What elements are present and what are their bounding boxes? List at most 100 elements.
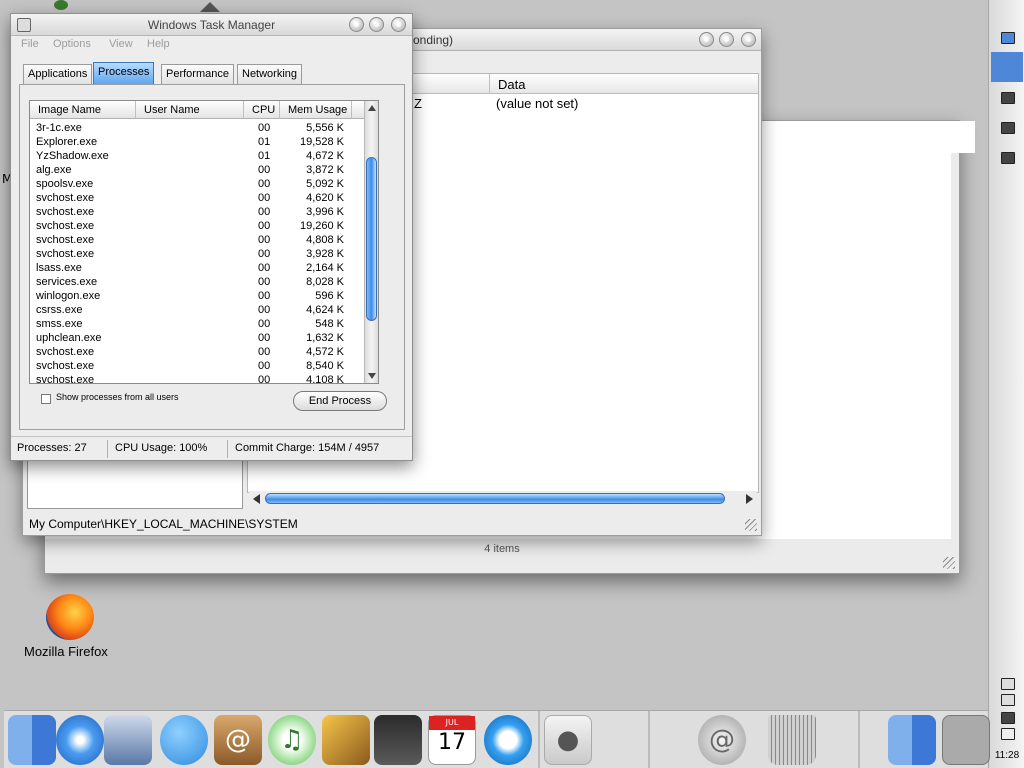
- window-icon[interactable]: [942, 715, 990, 765]
- task-manager-menubar: File Options View Help: [11, 36, 412, 54]
- table-row[interactable]: Explorer.exe 01 19,528 K: [30, 135, 364, 149]
- quicktime-icon[interactable]: [484, 715, 532, 765]
- end-process-button[interactable]: End Process: [293, 391, 387, 411]
- status-commit-charge: Commit Charge: 154M / 4957: [235, 442, 380, 454]
- scroll-left-icon[interactable]: [253, 494, 260, 504]
- zoom-button[interactable]: [719, 32, 734, 47]
- imovie-icon[interactable]: [374, 715, 422, 765]
- tab-applications[interactable]: Applications: [23, 64, 93, 84]
- table-row[interactable]: csrss.exe 00 4,624 K: [30, 303, 364, 317]
- tab-performance[interactable]: Performance: [161, 64, 234, 84]
- process-name: 3r-1c.exe: [36, 122, 82, 134]
- process-cpu: 00: [258, 248, 271, 260]
- table-row[interactable]: svchost.exe 00 3,928 K: [30, 247, 364, 261]
- side-dock-window-icon[interactable]: [1001, 152, 1015, 164]
- process-name: svchost.exe: [36, 206, 95, 218]
- tab-processes[interactable]: Processes: [93, 62, 155, 84]
- table-row[interactable]: svchost.exe 00 4,572 K: [30, 345, 364, 359]
- table-row[interactable]: smss.exe 00 548 K: [30, 317, 364, 331]
- table-row[interactable]: svchost.exe 00 4,620 K: [30, 191, 364, 205]
- side-dock-active-item[interactable]: [991, 52, 1023, 82]
- table-row[interactable]: uphclean.exe 00 1,632 K: [30, 331, 364, 345]
- horizontal-scroll-thumb[interactable]: [265, 493, 725, 504]
- column-cpu[interactable]: CPU: [244, 101, 280, 119]
- column-mem-usage[interactable]: Mem Usage: [280, 101, 352, 119]
- ical-day: 17: [438, 730, 466, 755]
- menu-clock[interactable]: 11:28: [989, 750, 1024, 761]
- process-cpu: 01: [258, 136, 271, 148]
- horizontal-scrollbar[interactable]: [249, 491, 757, 507]
- registry-resize-grip[interactable]: [745, 519, 757, 531]
- minimize-button[interactable]: [699, 32, 714, 47]
- show-all-users-checkbox[interactable]: [41, 394, 51, 404]
- at-sign-icon: @: [225, 725, 251, 755]
- mail-drop-icon[interactable]: @: [698, 715, 746, 765]
- ical-icon[interactable]: JUL 17: [428, 715, 476, 765]
- table-row[interactable]: services.exe 00 8,028 K: [30, 275, 364, 289]
- table-row[interactable]: svchost.exe 00 4,808 K: [30, 233, 364, 247]
- firefox-icon[interactable]: [46, 594, 94, 640]
- table-row[interactable]: winlogon.exe 00 596 K: [30, 289, 364, 303]
- finder-resize-grip[interactable]: [943, 557, 955, 569]
- process-cpu: 00: [258, 122, 271, 134]
- table-row[interactable]: svchost.exe 00 19,260 K: [30, 219, 364, 233]
- tab-networking[interactable]: Networking: [237, 64, 303, 84]
- table-row[interactable]: svchost.exe 00 4,108 K: [30, 373, 364, 383]
- firefox-label[interactable]: Mozilla Firefox: [24, 644, 108, 659]
- task-manager-titlebar[interactable]: Windows Task Manager: [11, 14, 412, 36]
- safari-icon[interactable]: [56, 715, 104, 765]
- menu-options[interactable]: Options: [53, 38, 91, 50]
- table-row[interactable]: alg.exe 00 3,872 K: [30, 163, 364, 177]
- scroll-up-icon[interactable]: [368, 105, 376, 111]
- value-data-cell[interactable]: (value not set): [496, 96, 578, 111]
- address-book-icon[interactable]: @: [214, 715, 262, 765]
- vertical-scroll-thumb[interactable]: [366, 157, 377, 321]
- process-cpu: 00: [258, 192, 271, 204]
- process-list-header: Image Name User Name CPU Mem Usage: [30, 101, 364, 119]
- vertical-scrollbar[interactable]: [364, 101, 378, 383]
- process-list[interactable]: Image Name User Name CPU Mem Usage 3r-1c…: [29, 100, 379, 384]
- finder-icon-2[interactable]: [888, 715, 936, 765]
- trash-icon[interactable]: [768, 715, 816, 765]
- table-row[interactable]: svchost.exe 00 3,996 K: [30, 205, 364, 219]
- menu-view[interactable]: View: [109, 38, 133, 50]
- value-name-cell[interactable]: Z: [414, 96, 422, 111]
- side-dock-window-icon[interactable]: [1001, 32, 1015, 44]
- process-cpu: 00: [258, 276, 271, 288]
- dock-separator: [858, 711, 860, 768]
- close-button[interactable]: [741, 32, 756, 47]
- minimize-button[interactable]: [349, 17, 364, 32]
- system-preferences-icon[interactable]: ●: [544, 715, 592, 765]
- task-manager-window[interactable]: Windows Task Manager File Options View H…: [10, 13, 413, 461]
- side-dock-window-icon[interactable]: [1001, 122, 1015, 134]
- table-row[interactable]: 3r-1c.exe 00 5,556 K: [30, 121, 364, 135]
- side-dock-window-icon[interactable]: [1001, 92, 1015, 104]
- battery-icon[interactable]: [1001, 712, 1015, 724]
- table-row[interactable]: svchost.exe 00 8,540 K: [30, 359, 364, 373]
- ichat-icon[interactable]: [160, 715, 208, 765]
- process-name: alg.exe: [36, 164, 72, 176]
- task-manager-statusbar: Processes: 27 CPU Usage: 100% Commit Cha…: [11, 436, 412, 460]
- scroll-down-icon[interactable]: [368, 373, 376, 379]
- process-mem: 3,996 K: [306, 206, 344, 218]
- table-row[interactable]: YzShadow.exe 01 4,672 K: [30, 149, 364, 163]
- scroll-right-icon[interactable]: [746, 494, 753, 504]
- column-data-header[interactable]: Data: [498, 77, 525, 92]
- zoom-button[interactable]: [369, 17, 384, 32]
- close-button[interactable]: [391, 17, 406, 32]
- finder-icon[interactable]: [8, 715, 56, 765]
- table-row[interactable]: spoolsv.exe 00 5,092 K: [30, 177, 364, 191]
- iphoto-icon[interactable]: [322, 715, 370, 765]
- menu-help[interactable]: Help: [147, 38, 170, 50]
- column-image-name[interactable]: Image Name: [30, 101, 136, 119]
- table-row[interactable]: lsass.exe 00 2,164 K: [30, 261, 364, 275]
- process-cpu: 00: [258, 360, 271, 372]
- column-user-name[interactable]: User Name: [136, 101, 244, 119]
- menu-file[interactable]: File: [21, 38, 39, 50]
- status-cpu-usage: CPU Usage: 100%: [115, 442, 208, 454]
- show-all-users-label[interactable]: Show processes from all users: [56, 392, 179, 402]
- keyboard-icon[interactable]: [1001, 678, 1015, 690]
- wifi-icon[interactable]: [1001, 694, 1015, 706]
- mail-icon[interactable]: [104, 715, 152, 765]
- itunes-icon[interactable]: ♫: [268, 715, 316, 765]
